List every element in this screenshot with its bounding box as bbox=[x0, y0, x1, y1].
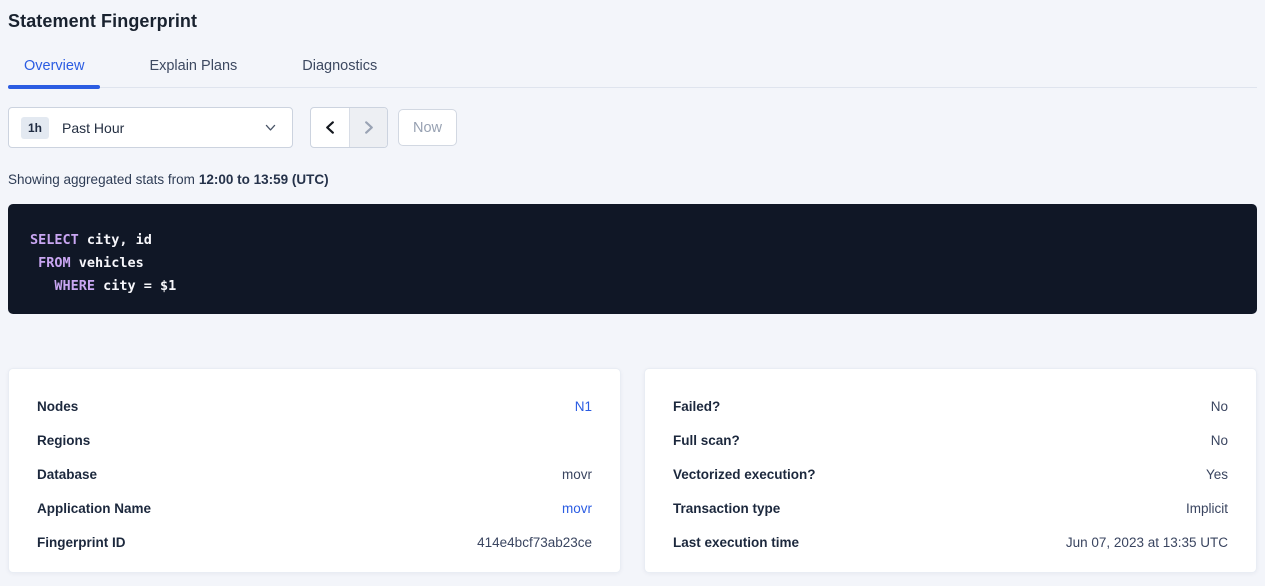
nodes-link[interactable]: N1 bbox=[575, 399, 592, 414]
summary-row-last-execution-time: Last execution time Jun 07, 2023 at 13:3… bbox=[673, 525, 1228, 559]
summary-row-failed: Failed? No bbox=[673, 389, 1228, 423]
last-execution-time-value: Jun 07, 2023 at 13:35 UTC bbox=[1066, 535, 1228, 550]
tab-diagnostics[interactable]: Diagnostics bbox=[286, 57, 393, 87]
sql-line: SELECT city, id bbox=[30, 229, 1237, 252]
now-button[interactable]: Now bbox=[398, 109, 457, 146]
summary-label: Last execution time bbox=[673, 535, 799, 550]
statement-fingerprint-page: Statement Fingerprint Overview Explain P… bbox=[0, 0, 1265, 573]
summary-cards: Nodes N1 Regions Database movr Applicati… bbox=[8, 368, 1257, 573]
execution-attributes-card: Failed? No Full scan? No Vectorized exec… bbox=[644, 368, 1257, 573]
summary-label: Application Name bbox=[37, 501, 151, 516]
page-title: Statement Fingerprint bbox=[8, 0, 1257, 32]
summary-label: Fingerprint ID bbox=[37, 535, 126, 550]
sql-line: FROM vehicles bbox=[30, 252, 1237, 275]
failed-value: No bbox=[1211, 399, 1228, 414]
summary-row-nodes: Nodes N1 bbox=[37, 389, 592, 423]
full-scan-value: No bbox=[1211, 433, 1228, 448]
previous-interval-button[interactable] bbox=[311, 108, 349, 147]
sql-statement-box: SELECT city, id FROM vehicles WHERE city… bbox=[8, 204, 1257, 314]
summary-label: Transaction type bbox=[673, 501, 780, 516]
vectorized-value: Yes bbox=[1206, 467, 1228, 482]
summary-row-fingerprint-id: Fingerprint ID 414e4bcf73ab23ce bbox=[37, 525, 592, 559]
next-interval-button[interactable] bbox=[349, 108, 387, 147]
summary-label: Nodes bbox=[37, 399, 78, 414]
summary-row-transaction-type: Transaction type Implicit bbox=[673, 491, 1228, 525]
stats-range: 12:00 to 13:59 (UTC) bbox=[199, 172, 329, 187]
tab-explain-plans[interactable]: Explain Plans bbox=[133, 57, 253, 87]
summary-label: Vectorized execution? bbox=[673, 467, 816, 482]
summary-label: Database bbox=[37, 467, 97, 482]
stats-prefix: Showing aggregated stats from bbox=[8, 172, 195, 187]
fingerprint-id-value: 414e4bcf73ab23ce bbox=[477, 535, 592, 550]
summary-label: Regions bbox=[37, 433, 90, 448]
summary-row-full-scan: Full scan? No bbox=[673, 423, 1228, 457]
application-name-link[interactable]: movr bbox=[562, 501, 592, 516]
chevron-down-icon bbox=[264, 121, 277, 134]
time-controls: 1h Past Hour Now bbox=[8, 107, 1257, 148]
time-range-dropdown[interactable]: 1h Past Hour bbox=[8, 107, 293, 148]
summary-row-application-name: Application Name movr bbox=[37, 491, 592, 525]
statement-details-card: Nodes N1 Regions Database movr Applicati… bbox=[8, 368, 621, 573]
summary-label: Full scan? bbox=[673, 433, 740, 448]
duration-badge: 1h bbox=[21, 117, 49, 139]
transaction-type-value: Implicit bbox=[1186, 501, 1228, 516]
summary-label: Failed? bbox=[673, 399, 720, 414]
tab-overview[interactable]: Overview bbox=[8, 57, 100, 87]
sql-line: WHERE city = $1 bbox=[30, 275, 1237, 298]
aggregated-stats-line: Showing aggregated stats from 12:00 to 13… bbox=[8, 172, 1257, 187]
time-range-label: Past Hour bbox=[62, 120, 264, 136]
summary-row-regions: Regions bbox=[37, 423, 592, 457]
tab-bar: Overview Explain Plans Diagnostics bbox=[8, 57, 1257, 88]
summary-row-database: Database movr bbox=[37, 457, 592, 491]
summary-row-vectorized: Vectorized execution? Yes bbox=[673, 457, 1228, 491]
interval-arrow-group bbox=[310, 107, 388, 148]
database-value: movr bbox=[562, 467, 592, 482]
chevron-left-icon bbox=[323, 120, 338, 135]
chevron-right-icon bbox=[361, 120, 376, 135]
